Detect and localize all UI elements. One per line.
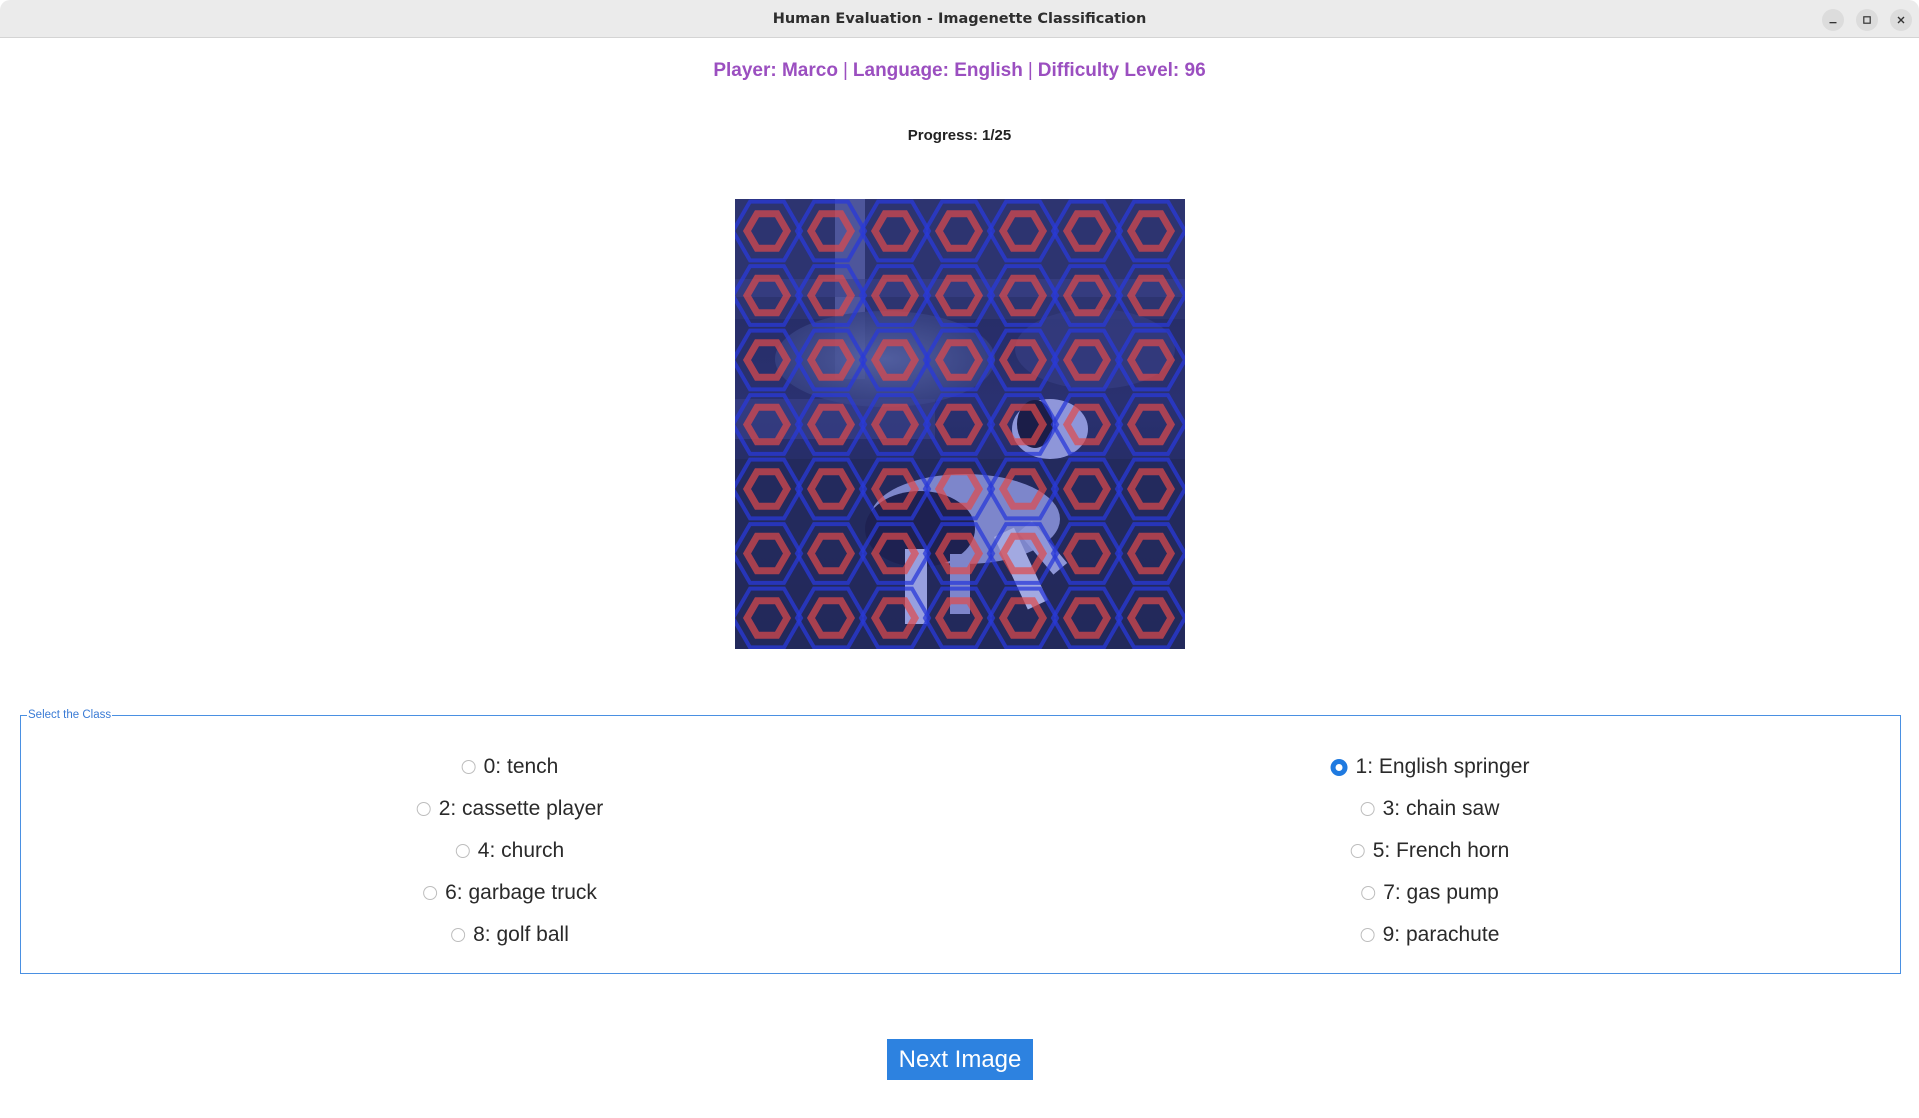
- class-option-label: 7: gas pump: [1383, 881, 1499, 904]
- progress-text: Progress: 1/25: [907, 127, 1012, 144]
- class-option-0[interactable]: 0: tench: [461, 755, 559, 779]
- class-option-label: 8: golf ball: [473, 923, 569, 946]
- class-option-7[interactable]: 7: gas pump: [1361, 881, 1499, 905]
- class-option-label: 1: English springer: [1355, 755, 1530, 778]
- radio-button[interactable]: [461, 760, 476, 774]
- title-bar[interactable]: Human Evaluation - Imagenette Classifica…: [0, 0, 1919, 38]
- class-option-label: 9: parachute: [1382, 923, 1500, 946]
- class-option-label: 5: French horn: [1372, 839, 1510, 862]
- class-option-4[interactable]: 4: church: [455, 839, 565, 863]
- radio-button[interactable]: [1360, 928, 1375, 942]
- class-option-label: 6: garbage truck: [445, 881, 597, 904]
- class-option-8[interactable]: 8: golf ball: [451, 923, 569, 947]
- class-option-9[interactable]: 9: parachute: [1360, 923, 1500, 947]
- session-info: Player: Marco | Language: English | Difficul…: [0, 60, 1919, 82]
- radio-button[interactable]: [1350, 844, 1365, 858]
- minimize-button[interactable]: [1822, 9, 1844, 31]
- stimulus-image: [735, 199, 1185, 649]
- window-title: Human Evaluation - Imagenette Classifica…: [772, 11, 1147, 27]
- radio-button-selected[interactable]: [1330, 758, 1348, 776]
- radio-button[interactable]: [1360, 802, 1375, 816]
- group-legend: Select the Class: [27, 708, 113, 722]
- language: Language: English: [852, 60, 1023, 81]
- radio-button[interactable]: [1361, 886, 1376, 900]
- class-option-label: 0: tench: [483, 755, 559, 778]
- player-name: Player: Marco: [713, 60, 838, 81]
- next-image-button[interactable]: Next Image: [887, 1039, 1033, 1080]
- radio-button[interactable]: [451, 928, 466, 942]
- class-option-label: 3: chain saw: [1382, 797, 1500, 820]
- maximize-button[interactable]: [1856, 9, 1878, 31]
- class-option-3[interactable]: 3: chain saw: [1360, 797, 1500, 821]
- class-option-label: 4: church: [477, 839, 565, 862]
- class-option-5[interactable]: 5: French horn: [1350, 839, 1510, 863]
- close-icon: [1897, 16, 1905, 24]
- radio-button[interactable]: [455, 844, 470, 858]
- separator: |: [842, 60, 848, 81]
- class-selection-group: Select the Class 0: tench 1: English spr…: [20, 708, 1901, 974]
- class-option-label: 2: cassette player: [438, 797, 604, 820]
- radio-button[interactable]: [416, 802, 431, 816]
- class-option-1[interactable]: 1: English springer: [1330, 755, 1530, 779]
- maximize-icon: [1863, 16, 1871, 24]
- class-option-2[interactable]: 2: cassette player: [416, 797, 604, 821]
- close-button[interactable]: [1890, 9, 1912, 31]
- minimize-icon: [1829, 22, 1837, 24]
- app-window: Human Evaluation - Imagenette Classifica…: [0, 0, 1919, 1118]
- radio-button[interactable]: [423, 886, 438, 900]
- class-option-6[interactable]: 6: garbage truck: [423, 881, 597, 905]
- separator: |: [1027, 60, 1033, 81]
- difficulty-level: Difficulty Level: 96: [1037, 60, 1206, 81]
